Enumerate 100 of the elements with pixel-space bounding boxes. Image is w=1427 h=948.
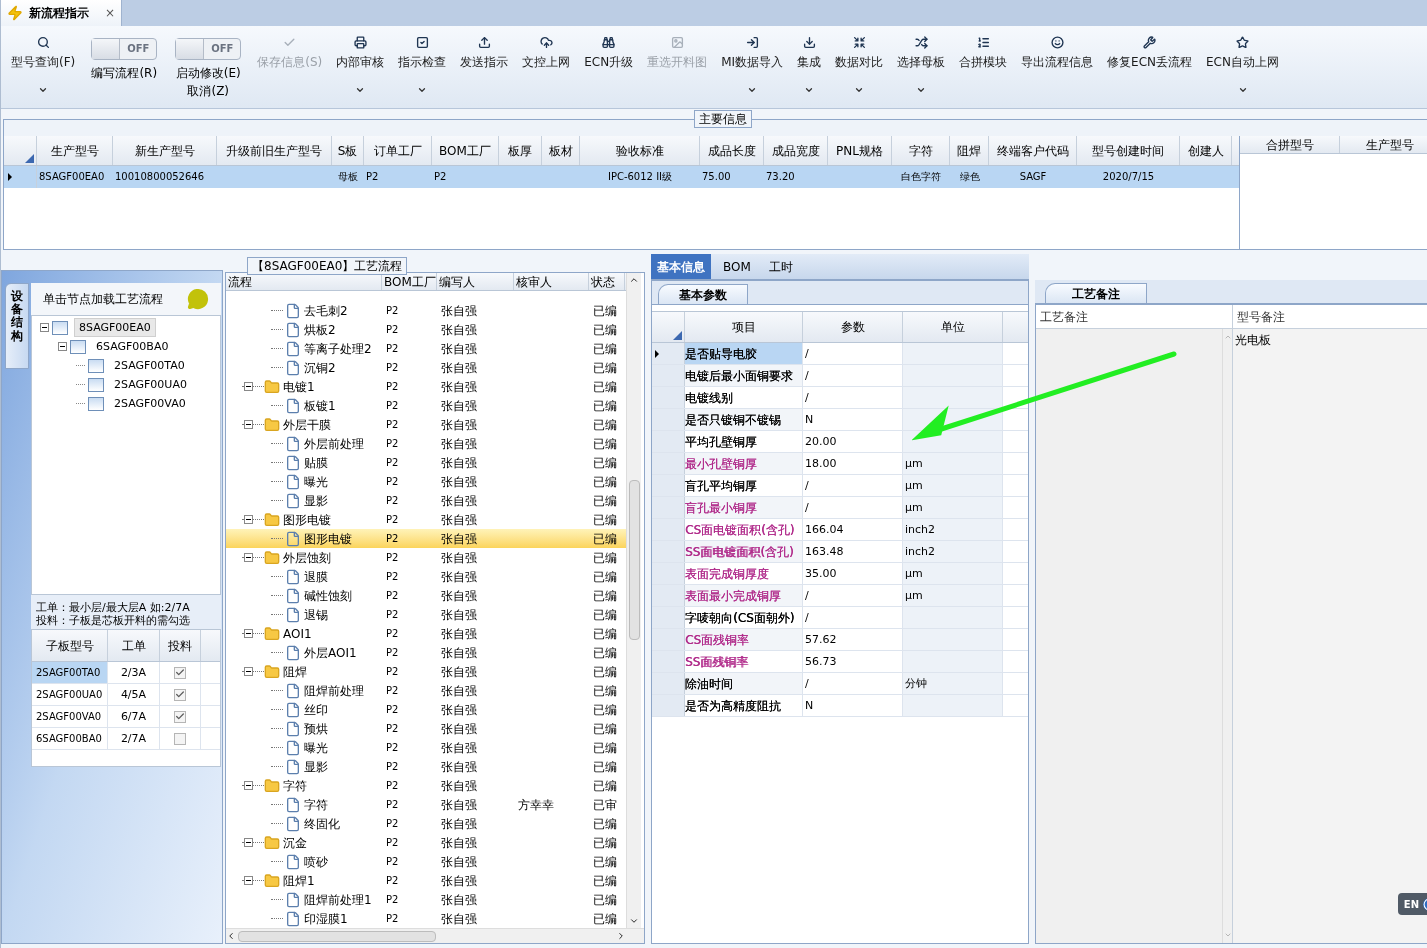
toolbar-button[interactable]: ECN自动上网: [1200, 33, 1285, 71]
column-header[interactable]: 子板型号: [32, 630, 108, 661]
row-header[interactable]: [652, 343, 685, 364]
toolbar-button[interactable]: 指示检查: [392, 33, 453, 71]
flow-row[interactable]: 预烘 P2 张自强 已编: [226, 719, 626, 738]
table-cell[interactable]: 6SAGF00BA0: [32, 728, 108, 749]
column-header[interactable]: 新生产型号: [113, 136, 217, 166]
flow-row[interactable]: 阻焊前处理1 P2 张自强 已编: [226, 890, 626, 909]
column-header[interactable]: BOM工厂: [382, 273, 437, 290]
table-row[interactable]: 8SAGF00EA0 10010800052646 母板 P2 P2 IPC-6012 II级 75.00 73.20 白色字符 绿色 SAGF 2020/7/15: [4, 166, 1239, 189]
parameter-name[interactable]: 电镀线别: [685, 389, 733, 406]
checkbox[interactable]: [174, 666, 186, 679]
toolbar-button[interactable]: 修复ECN丢流程: [1101, 33, 1199, 71]
scroll-thumb[interactable]: [238, 930, 436, 942]
column-header[interactable]: 成品长度: [700, 136, 764, 166]
collapse-icon[interactable]: [244, 420, 253, 429]
column-header[interactable]: 状态: [589, 273, 625, 290]
flow-row[interactable]: 板镀1 P2 张自强 已编: [226, 396, 626, 415]
vertical-scrollbar[interactable]: [626, 273, 641, 928]
column-header[interactable]: 核审人: [514, 273, 589, 290]
collapse-icon[interactable]: [58, 342, 67, 351]
collapse-icon[interactable]: [244, 629, 253, 638]
column-header[interactable]: 编写人: [437, 273, 514, 290]
parameter-name[interactable]: 平均孔壁铜厚: [685, 433, 757, 450]
flow-row[interactable]: 阻焊1 P2 张自强 已编: [226, 871, 626, 890]
flow-row[interactable]: 贴膜 P2 张自强 已编: [226, 453, 626, 472]
column-header[interactable]: 字符: [892, 136, 950, 166]
flow-row[interactable]: AOI1 P2 张自强 已编: [226, 624, 626, 643]
column-header[interactable]: 流程: [226, 273, 382, 290]
scroll-thumb[interactable]: [628, 480, 640, 640]
tab[interactable]: 基本信息: [651, 254, 711, 279]
flow-row[interactable]: 图形电镀 P2 张自强 已编: [226, 529, 626, 548]
table-cell[interactable]: 2SAGF00TA0: [32, 662, 108, 683]
parameter-name[interactable]: 盲孔平均铜厚: [685, 477, 757, 494]
cancel-button[interactable]: 取消(Z): [187, 81, 230, 100]
flow-row[interactable]: 外层蚀刻 P2 张自强 已编: [226, 548, 626, 567]
toolbar-button[interactable]: 发送指示: [454, 33, 515, 71]
flow-row[interactable]: 退膜 P2 张自强 已编: [226, 567, 626, 586]
flow-row[interactable]: 喷砂 P2 张自强 已编: [226, 852, 626, 871]
flow-row[interactable]: 曝光 P2 张自强 已编: [226, 738, 626, 757]
checkbox[interactable]: [174, 732, 186, 745]
parameter-name[interactable]: 是否为高精度阻抗: [685, 697, 781, 714]
side-tab[interactable]: 设备结构: [5, 283, 29, 369]
document-tab[interactable]: 新流程指示 ×: [1, 0, 123, 26]
flow-row[interactable]: 显影 P2 张自强 已编: [226, 757, 626, 776]
tree-node[interactable]: 2SAGF00TA0: [110, 357, 189, 374]
collapse-icon[interactable]: [40, 323, 49, 332]
flow-row[interactable]: 曝光 P2 张自强 已编: [226, 472, 626, 491]
horizontal-scrollbar[interactable]: [226, 928, 644, 943]
flow-row[interactable]: 阻焊前处理 P2 张自强 已编: [226, 681, 626, 700]
flow-row[interactable]: 去毛刺2 P2 张自强 已编: [226, 301, 626, 320]
toolbar-button[interactable]: MI数据导入: [715, 33, 790, 71]
scroll-up-icon[interactable]: [629, 275, 639, 285]
tree-node[interactable]: 6SAGF00BA0: [92, 338, 173, 355]
tree-node[interactable]: 2SAGF00VA0: [110, 395, 190, 412]
column-header[interactable]: 投料: [160, 630, 201, 661]
parameter-name[interactable]: 字唛朝向(CS面朝外): [685, 609, 795, 626]
toolbar-button[interactable]: 型号查询(F): [5, 33, 82, 71]
column-header[interactable]: 板厚: [499, 136, 542, 166]
flow-row[interactable]: 外层前处理 P2 张自强 已编: [226, 434, 626, 453]
toggle-switch[interactable]: OFF: [91, 37, 158, 60]
column-header[interactable]: 阻焊: [950, 136, 989, 166]
toolbar-button[interactable]: 数据对比: [829, 33, 890, 71]
flow-row[interactable]: 阻焊 P2 张自强 已编: [226, 662, 626, 681]
scroll-down-icon[interactable]: [629, 916, 639, 926]
column-header[interactable]: 创建人: [1180, 136, 1232, 166]
close-button[interactable]: ×: [105, 3, 116, 22]
column-header[interactable]: BOM工厂: [432, 136, 499, 166]
tab[interactable]: 工时: [762, 254, 799, 279]
toggle-switch[interactable]: OFF: [175, 37, 242, 60]
flow-row[interactable]: 沉金 P2 张自强 已编: [226, 833, 626, 852]
toolbar-button[interactable]: 合拼模块: [953, 33, 1014, 71]
flow-row[interactable]: 退锡 P2 张自强 已编: [226, 605, 626, 624]
flow-row[interactable]: 外层干膜 P2 张自强 已编: [226, 415, 626, 434]
parameter-name[interactable]: CS面电镀面积(含孔): [685, 521, 795, 538]
toolbar-button[interactable]: 选择母板: [891, 33, 952, 71]
scroll-left-icon[interactable]: [226, 931, 236, 941]
flow-row[interactable]: 电镀1 P2 张自强 已编: [226, 377, 626, 396]
flow-row[interactable]: 图形电镀 P2 张自强 已编: [226, 510, 626, 529]
column-header[interactable]: 升级前旧生产型号: [217, 136, 332, 166]
collapse-icon[interactable]: [244, 382, 253, 391]
flow-row[interactable]: 字符 P2 张自强 方幸幸 已审: [226, 795, 626, 814]
toolbar-button[interactable]: 内部审核: [330, 33, 391, 71]
flow-row[interactable]: 丝印 P2 张自强 已编: [226, 700, 626, 719]
checkbox[interactable]: [174, 688, 186, 701]
column-header[interactable]: 生产型号: [1340, 136, 1427, 154]
collapse-icon[interactable]: [244, 667, 253, 676]
column-header[interactable]: 型号创建时间: [1077, 136, 1180, 166]
flow-row[interactable]: 烘板2 P2 张自强 已编: [226, 320, 626, 339]
flow-row[interactable]: 碱性蚀刻 P2 张自强 已编: [226, 586, 626, 605]
tree-node[interactable]: 8SAGF00EA0: [74, 318, 156, 337]
table-cell[interactable]: 2SAGF00VA0: [32, 706, 108, 727]
checkbox[interactable]: [174, 710, 186, 723]
flow-row[interactable]: 外层AOI1 P2 张自强 已编: [226, 643, 626, 662]
tab[interactable]: 基本参数: [658, 284, 748, 304]
column-header[interactable]: 生产型号: [37, 136, 113, 166]
column-header[interactable]: 参数: [803, 312, 903, 342]
collapse-icon[interactable]: [244, 876, 253, 885]
collapse-icon[interactable]: [244, 781, 253, 790]
tab[interactable]: 工艺备注: [1045, 283, 1147, 303]
